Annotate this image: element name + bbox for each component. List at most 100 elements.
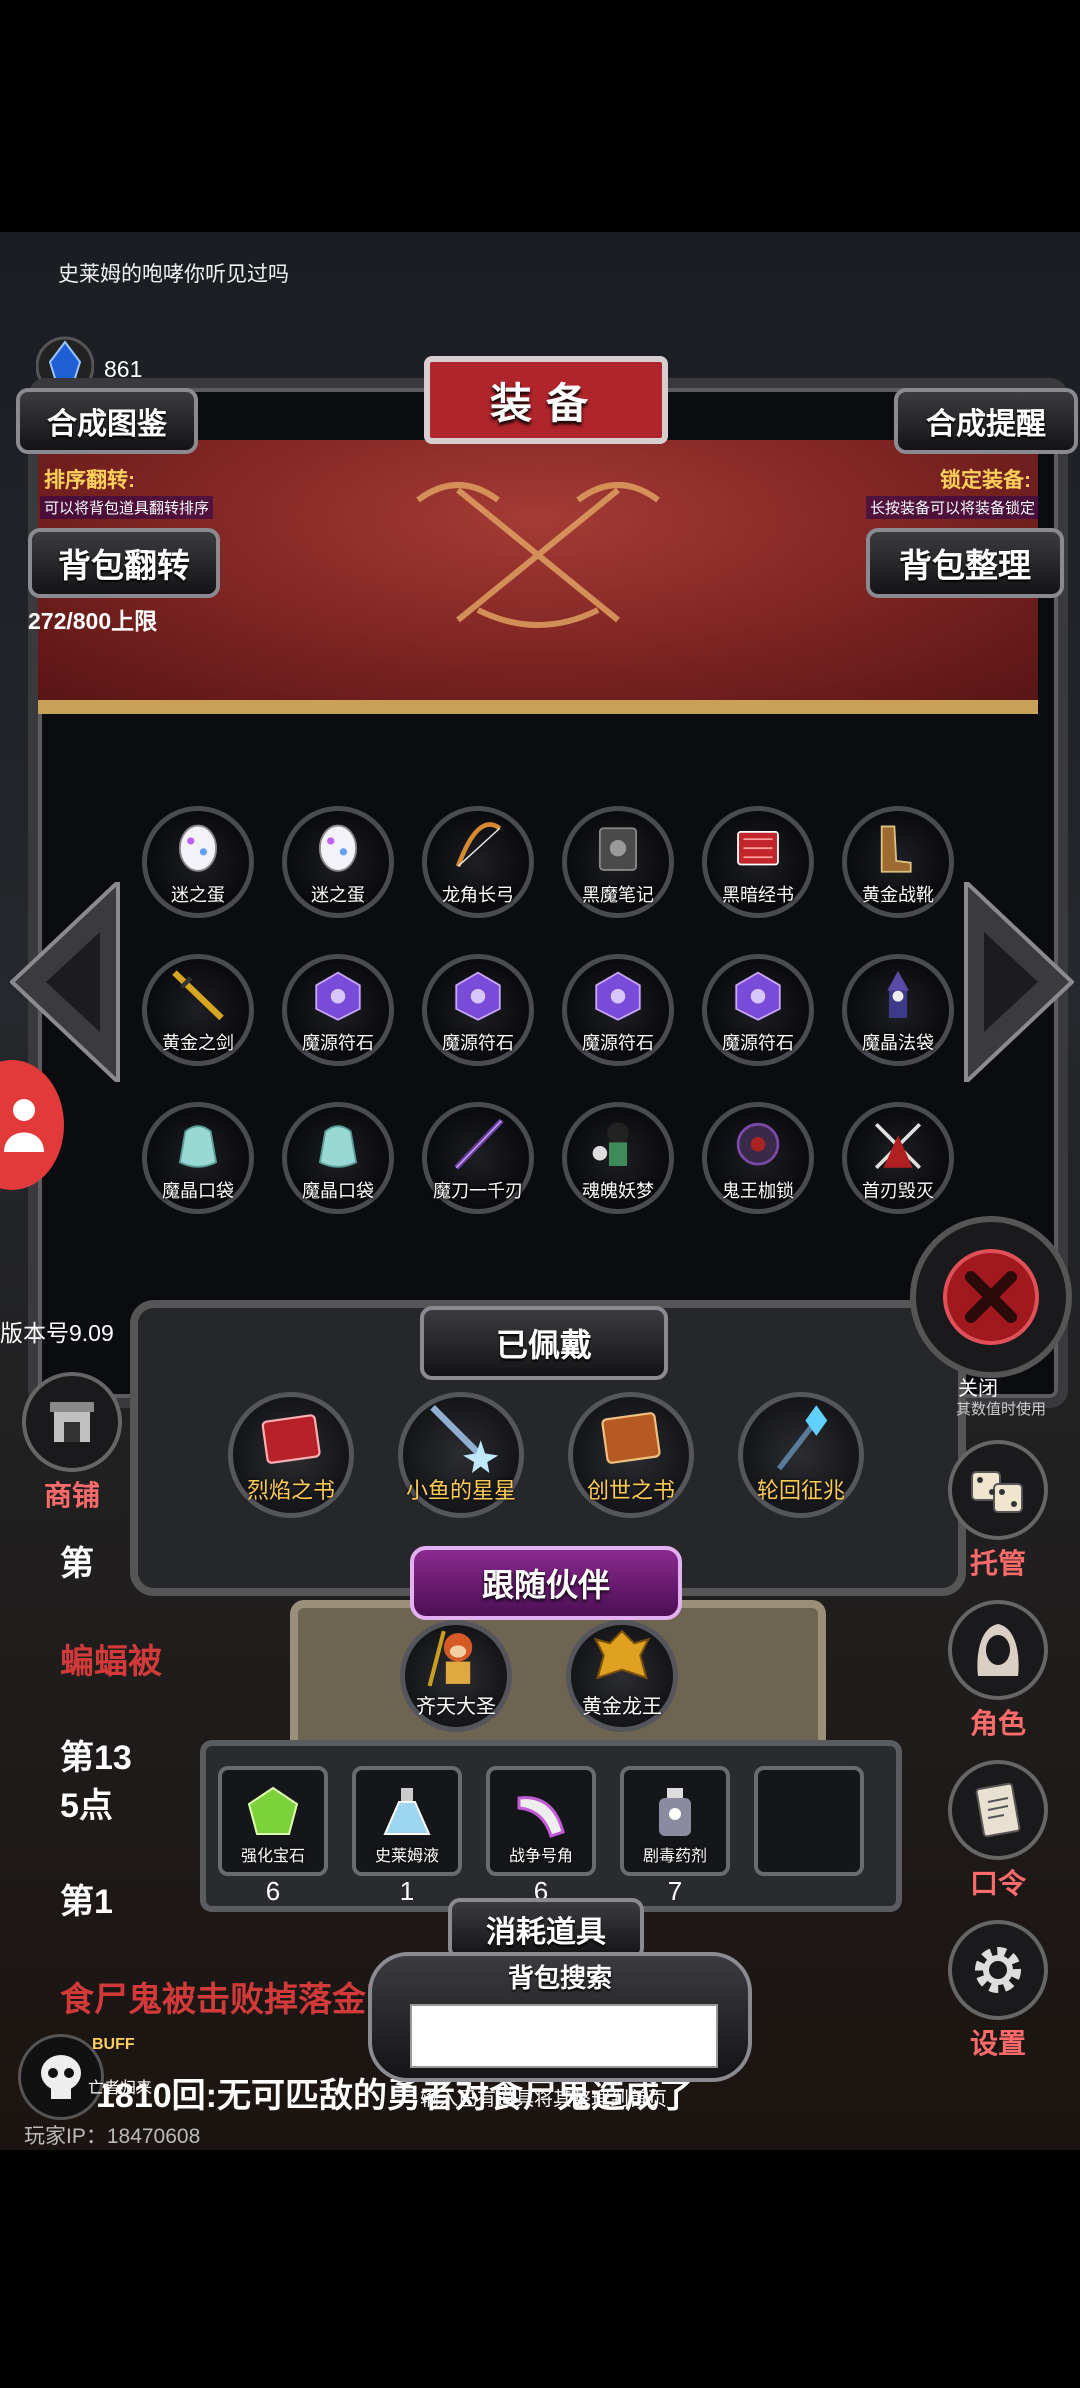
previous-page-arrow-icon[interactable] [10,882,122,1082]
auto-button[interactable]: 托管 [948,1440,1048,1582]
genesis-book-icon [601,1412,661,1464]
shop-icon [22,1372,122,1472]
sort-flip-label: 排序翻转: [44,469,135,492]
synthesis-hint-button[interactable]: 合成提醒 [894,388,1078,454]
character-label: 角色 [969,1708,1026,1739]
log-line: 5点 [60,1787,113,1825]
golden-sword-icon [172,970,224,1021]
close-sublabel: 其数值时使用 [956,1401,1047,1418]
settings-button[interactable]: 设置 [948,1920,1048,2062]
equipped-slot-label: 创世之书 [586,1478,675,1503]
inventory-slot[interactable]: 黄金战靴 [842,806,954,918]
inventory-slot-label: 魔晶口袋 [302,1181,374,1201]
inventory-slot[interactable]: 迷之蛋 [282,806,394,918]
mystery-egg-icon [318,824,358,872]
partner-title: 跟随伙伴 [410,1546,682,1620]
consumable-slot[interactable]: 剧毒药剂 [620,1766,730,1876]
inventory-slot-label: 魔晶法袋 [862,1033,934,1053]
inventory-slot[interactable]: 魔源符石 [562,954,674,1066]
consumable-count: 1 [399,1876,415,1906]
consumable-item[interactable]: 强化宝石 6 [218,1766,328,1907]
inventory-slot-label: 黑魔笔记 [582,885,654,905]
codex-button[interactable]: 合成图鉴 [16,388,198,454]
bag-flip-button[interactable]: 背包翻转 [28,528,220,598]
mystery-egg-icon [178,824,218,872]
equipped-slot[interactable]: 烈焰之书 [228,1392,354,1518]
inventory-slot-label: 魔源符石 [302,1033,374,1053]
inventory-slot[interactable]: 魔源符石 [702,954,814,1066]
inventory-slot[interactable]: 首刃毁灭 [842,1102,954,1214]
consumable-item[interactable]: 史莱姆液 1 [352,1766,462,1907]
consumable-slot[interactable]: 强化宝石 [218,1766,328,1876]
equipped-row: 烈焰之书 小鱼的星星 创世之书 轮回征兆 [228,1392,864,1522]
inventory-slot-label: 魂魄妖梦 [582,1181,654,1201]
auto-label: 托管 [969,1548,1026,1579]
equipped-title: 已佩戴 [420,1306,668,1380]
search-title: 背包搜索 [507,1963,612,1993]
consumable-item[interactable]: 战争号角 6 [486,1766,596,1907]
close-label: 关闭 [958,1378,998,1400]
scroll-icon [948,1760,1048,1860]
search-input[interactable] [410,2004,718,2068]
crystal-pouch-icon [318,1125,358,1168]
shop-label: 商铺 [43,1480,100,1511]
character-button[interactable]: 角色 [948,1600,1048,1742]
log-line: 第13 [60,1739,132,1777]
inventory-slot[interactable]: 鬼王枷锁 [702,1102,814,1214]
partner-slot[interactable]: 齐天大圣 [400,1620,512,1732]
purple-rune-stone-icon [595,971,641,1021]
bag-arrange-button[interactable]: 背包整理 [866,528,1064,598]
ice-staff-icon [776,1405,828,1471]
shop-button[interactable]: 商铺 [22,1372,122,1514]
partner-row: 齐天大圣 黄金龙王 [400,1620,680,1746]
version-label: 版本号9.09 [0,1320,114,1346]
inventory-slot[interactable]: 黄金之剑 [142,954,254,1066]
equipped-slot[interactable]: 轮回征兆 [738,1392,864,1518]
consumable-label: 史莱姆液 [374,1848,439,1865]
inventory-slot[interactable]: 黑暗经书 [702,806,814,918]
inventory-slot[interactable]: 魔晶口袋 [142,1102,254,1214]
consumable-item[interactable] [754,1766,864,1876]
next-page-arrow-icon[interactable] [962,882,1074,1082]
equipped-slot-label: 小鱼的星星 [405,1478,516,1503]
inventory-slot-label: 迷之蛋 [171,885,225,905]
inventory-slot-label: 魔刀一千刃 [433,1181,523,1201]
longbow-icon [455,822,502,868]
inventory-slot[interactable]: 魔源符石 [282,954,394,1066]
inventory-slot-label: 迷之蛋 [311,885,365,905]
consumable-item[interactable]: 剧毒药剂 7 [620,1766,730,1907]
buff-label: BUFF [92,2036,135,2053]
green-gem-icon [247,1786,299,1835]
golden-dragon-icon [593,1629,651,1680]
consumable-label: 强化宝石 [240,1848,305,1865]
inventory-slot[interactable]: 龙角长弓 [422,806,534,918]
user-icon [4,1099,44,1152]
inventory-slot[interactable]: 迷之蛋 [142,806,254,918]
inventory-slot[interactable]: 魔刀一千刃 [422,1102,534,1214]
equipped-slot[interactable]: 小鱼的星星 [398,1392,524,1518]
inventory-slot[interactable]: 黑魔笔记 [562,806,674,918]
partner-slot-label: 齐天大圣 [416,1696,496,1718]
empty-slot-icon [781,1808,837,1864]
dark-notebook-icon [598,827,638,871]
equipped-slot[interactable]: 创世之书 [568,1392,694,1518]
partner-slot[interactable]: 黄金龙王 [566,1620,678,1732]
close-icon [943,1249,1039,1345]
red-book-icon [261,1414,321,1464]
close-button[interactable] [910,1216,1072,1378]
inventory-slot[interactable]: 魔晶口袋 [282,1102,394,1214]
inventory-slot-label: 黄金战靴 [862,885,934,905]
inventory-slot-label: 黑暗经书 [722,885,794,905]
ghost-girl-icon [592,1122,629,1166]
inventory-slot[interactable]: 魔晶法袋 [842,954,954,1066]
inventory-slot[interactable]: 魔源符石 [422,954,534,1066]
inventory-slot[interactable]: 魂魄妖梦 [562,1102,674,1214]
password-button[interactable]: 口令 [948,1760,1048,1902]
equipped-slot-label: 烈焰之书 [246,1478,335,1503]
consumable-slot[interactable] [754,1766,864,1876]
consumable-count: 6 [265,1876,281,1906]
wizard-icon [887,970,909,1018]
consumable-slot[interactable]: 史莱姆液 [352,1766,462,1876]
golden-boots-icon [880,825,912,873]
consumable-slot[interactable]: 战争号角 [486,1766,596,1876]
